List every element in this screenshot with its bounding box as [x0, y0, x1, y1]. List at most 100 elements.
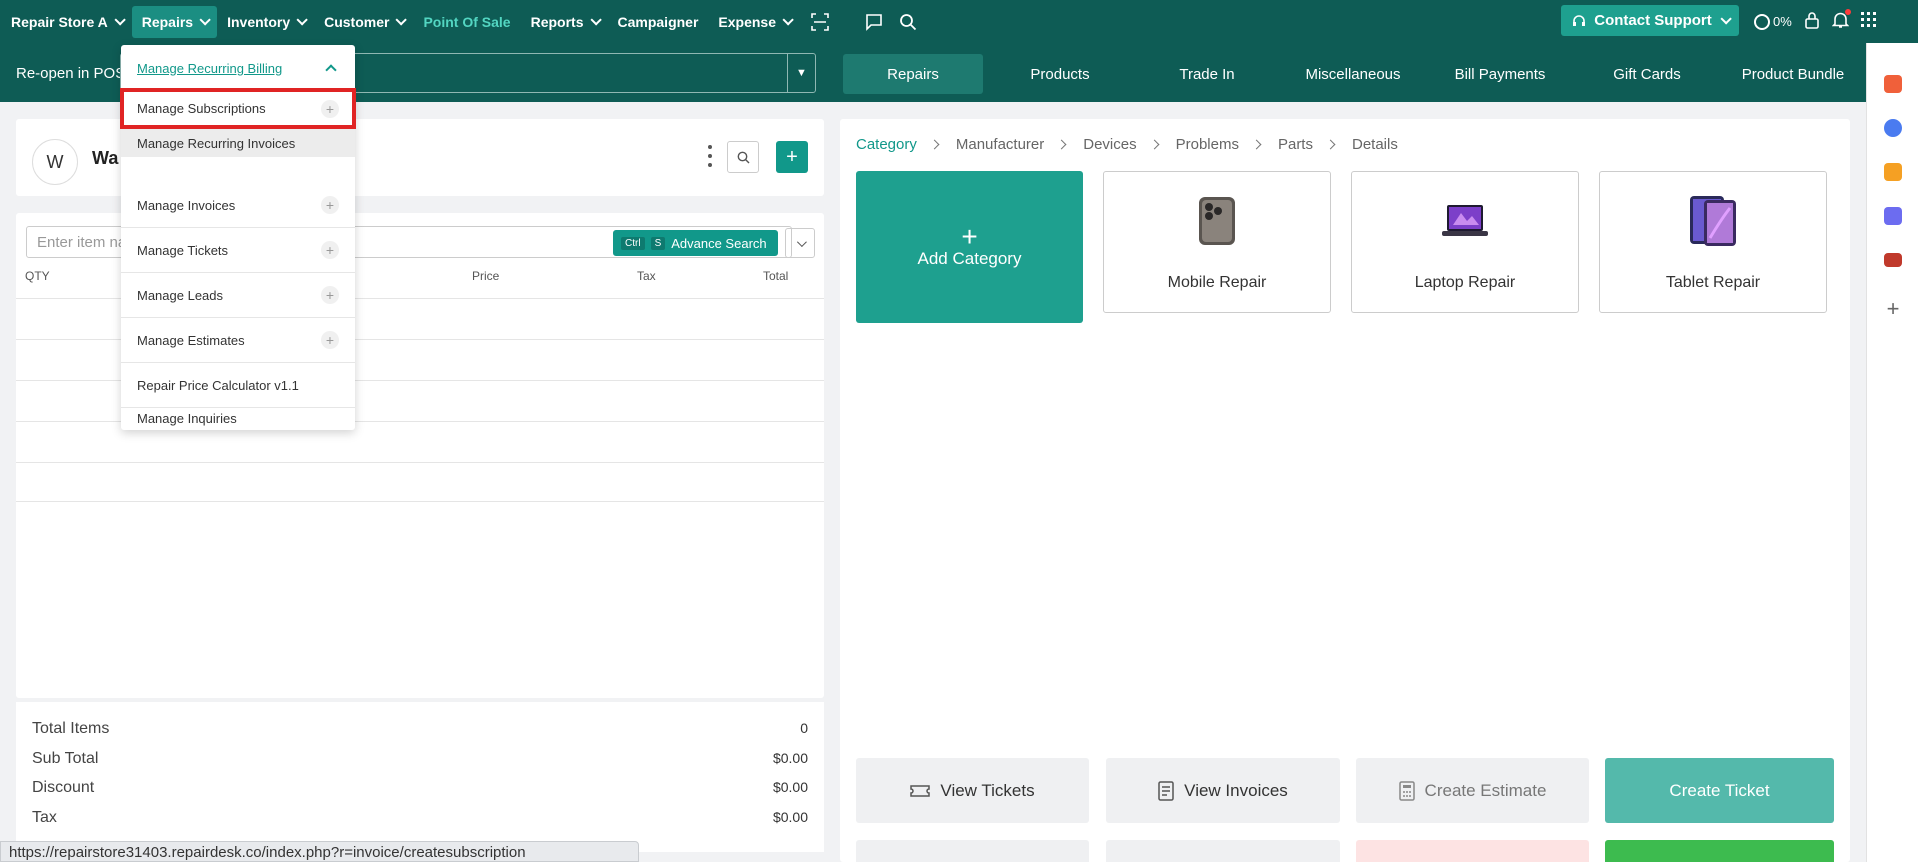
chat-bubble-icon[interactable] — [1884, 119, 1902, 137]
category-laptop-repair[interactable]: Laptop Repair — [1351, 171, 1579, 313]
tab-bill-payments[interactable]: Bill Payments — [1430, 54, 1570, 94]
nav-repairs[interactable]: Repairs — [131, 5, 218, 38]
bell-icon[interactable] — [1831, 9, 1851, 32]
add-category-label: Add Category — [917, 249, 1022, 268]
menu-item-label: Manage Tickets — [137, 242, 229, 258]
gift-icon[interactable] — [1884, 75, 1902, 93]
view-tickets-label: View Tickets — [940, 780, 1035, 800]
caret-down-icon: ▼ — [787, 54, 815, 92]
more-options-icon[interactable] — [704, 143, 716, 169]
phone-icon — [1187, 196, 1247, 246]
chat-icon[interactable] — [860, 8, 888, 36]
nav-expense[interactable]: Expense — [708, 6, 800, 38]
view-invoices-button[interactable]: View Invoices — [1106, 758, 1340, 823]
contact-support-button[interactable]: Contact Support — [1561, 5, 1739, 36]
chevron-down-icon — [114, 13, 126, 26]
plus-icon[interactable]: + — [321, 196, 339, 214]
customer-name[interactable]: Wa — [92, 148, 118, 169]
menu-item-manage-inquiries[interactable]: Manage Inquiries — [121, 407, 355, 429]
advance-search-button[interactable]: Ctrl S Advance Search — [613, 230, 778, 256]
chevron-down-icon — [199, 13, 211, 26]
action-button-row2-3[interactable] — [1356, 840, 1589, 862]
breadcrumb-problems: Problems — [1175, 136, 1239, 153]
tab-miscellaneous[interactable]: Miscellaneous — [1283, 54, 1423, 94]
search-icon — [737, 151, 749, 163]
category-tablet-repair[interactable]: Tablet Repair — [1599, 171, 1827, 313]
customer-search-button[interactable] — [727, 141, 759, 173]
tab-trade-in[interactable]: Trade In — [1137, 54, 1277, 94]
action-button-row2-2[interactable] — [1106, 840, 1340, 862]
plus-icon[interactable]: + — [321, 331, 339, 349]
menu-item-label: Manage Inquiries — [137, 410, 237, 426]
nav-inventory[interactable]: Inventory — [217, 6, 314, 38]
chevron-down-icon — [296, 13, 308, 26]
side-extension-strip: + — [1866, 43, 1918, 862]
tax-label: Tax — [32, 809, 57, 826]
create-estimate-button[interactable]: Create Estimate — [1356, 758, 1589, 823]
search-options-dropdown[interactable] — [785, 228, 815, 258]
tab-product-bundle[interactable]: Product Bundle — [1723, 54, 1863, 94]
lock-icon[interactable] — [1804, 11, 1820, 32]
nav-repairs-label: Repairs — [141, 13, 194, 30]
manage-recurring-billing-link[interactable]: Manage Recurring Billing — [137, 61, 282, 76]
sub-total-label: Sub Total — [32, 750, 99, 767]
laptop-icon — [1435, 196, 1495, 246]
category-mobile-repair[interactable]: Mobile Repair — [1103, 171, 1331, 313]
menu-item-repair-price-calculator[interactable]: Repair Price Calculator v1.1 — [121, 363, 355, 408]
stack-icon[interactable] — [1884, 253, 1902, 267]
action-button-row2-4[interactable] — [1605, 840, 1834, 862]
nav-point-of-sale[interactable]: Point Of Sale — [413, 6, 520, 38]
menu-item-manage-recurring-invoices[interactable]: Manage Recurring Invoices — [121, 129, 355, 157]
add-category-button[interactable]: + Add Category — [856, 171, 1083, 323]
tab-repairs[interactable]: Repairs — [843, 54, 983, 94]
menu-item-manage-leads[interactable]: Manage Leads + — [121, 273, 355, 318]
menu-item-manage-invoices[interactable]: Manage Invoices + — [121, 183, 355, 228]
menu-item-label: Repair Price Calculator v1.1 — [137, 377, 299, 393]
breadcrumb-category[interactable]: Category — [856, 136, 917, 153]
view-tickets-button[interactable]: View Tickets — [856, 758, 1089, 823]
nav-customer[interactable]: Customer — [314, 6, 413, 38]
category-panel: Category Manufacturer Devices Problems P… — [840, 119, 1850, 862]
scan-icon[interactable] — [806, 8, 834, 36]
chevron-up-icon[interactable] — [325, 64, 337, 76]
total-items-label: Total Items — [32, 720, 110, 737]
menu-item-manage-tickets[interactable]: Manage Tickets + — [121, 228, 355, 273]
category-label: Laptop Repair — [1414, 274, 1516, 291]
tag-icon[interactable] — [1884, 207, 1902, 225]
nav-pos-label: Point Of Sale — [423, 13, 511, 30]
nav-store-selector[interactable]: Repair Store A — [0, 6, 132, 38]
action-button-row2-1[interactable] — [856, 840, 1089, 862]
tab-products[interactable]: Products — [990, 54, 1130, 94]
breadcrumb-details: Details — [1351, 136, 1398, 153]
tab-gift-cards[interactable]: Gift Cards — [1577, 54, 1717, 94]
create-ticket-button[interactable]: Create Ticket — [1605, 758, 1834, 823]
menu-item-label: Manage Leads — [137, 287, 224, 303]
plus-icon[interactable]: + — [321, 241, 339, 259]
create-estimate-label: Create Estimate — [1424, 780, 1547, 800]
nav-reports[interactable]: Reports — [521, 6, 608, 38]
view-invoices-label: View Invoices — [1184, 780, 1288, 800]
progress-indicator[interactable]: 0% — [1754, 13, 1792, 30]
add-icon[interactable]: + — [1882, 298, 1904, 321]
search-icon[interactable] — [894, 8, 922, 36]
nav-expense-label: Expense — [718, 13, 777, 30]
topnav-right-tools: 0% — [1754, 0, 1877, 43]
nav-inventory-label: Inventory — [227, 13, 291, 30]
breadcrumb: Category Manufacturer Devices Problems P… — [856, 136, 1398, 153]
nav-campaigner[interactable]: Campaigner — [608, 6, 709, 38]
add-customer-button[interactable]: + — [776, 141, 808, 173]
plus-icon[interactable]: + — [321, 286, 339, 304]
discount-value: $0.00 — [772, 779, 808, 795]
note-icon[interactable] — [1884, 163, 1902, 181]
tablet-icon — [1683, 196, 1743, 246]
chevron-down-icon — [782, 13, 794, 26]
col-price: Price — [472, 269, 500, 283]
discount-label: Discount — [32, 779, 95, 796]
reopen-pos-label: Re-open in POS — [16, 65, 126, 82]
chevron-right-icon — [929, 139, 940, 150]
calculator-icon — [1398, 780, 1415, 801]
apps-grid-icon[interactable] — [1860, 12, 1877, 31]
breadcrumb-parts: Parts — [1277, 136, 1313, 153]
col-qty: QTY — [25, 269, 50, 283]
menu-item-manage-estimates[interactable]: Manage Estimates + — [121, 318, 355, 363]
